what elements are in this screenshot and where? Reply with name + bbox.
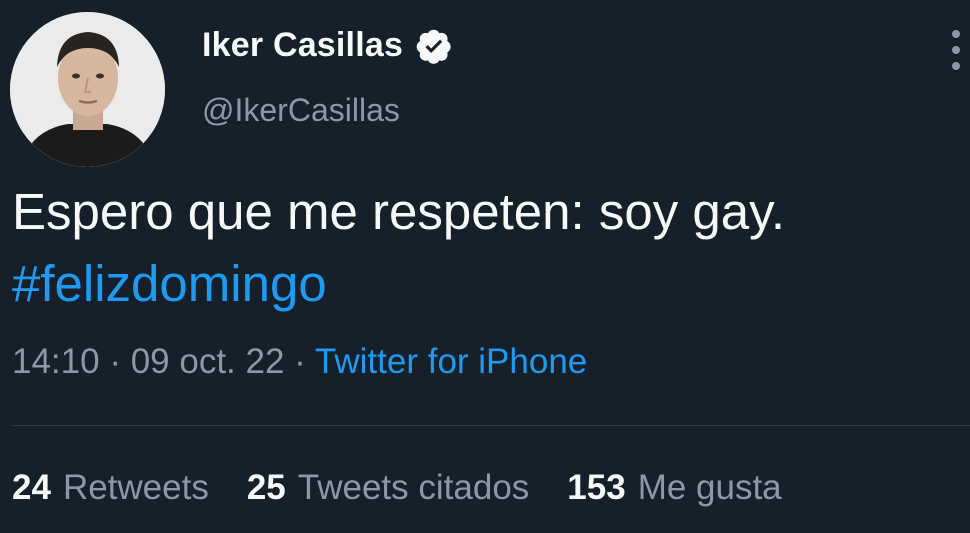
author-handle[interactable]: @IkerCasillas (202, 92, 400, 129)
tweet-date[interactable]: 09 oct. 22 (131, 342, 285, 381)
quote-tweets-count: 25 (246, 468, 286, 507)
retweets-count: 24 (12, 468, 51, 507)
display-name[interactable]: Iker Casillas (202, 26, 403, 65)
quote-tweets-stat[interactable]: 25 Tweets citados (247, 468, 529, 508)
hashtag-link[interactable]: #felizdomingo (12, 248, 785, 320)
likes-label: Me gusta (637, 468, 782, 507)
meta-separator: · (284, 342, 315, 381)
more-options-icon[interactable] (945, 28, 967, 78)
verified-badge-icon (415, 27, 453, 65)
likes-count: 153 (567, 468, 626, 507)
avatar-image (10, 12, 165, 167)
likes-stat[interactable]: 153 Me gusta (567, 468, 781, 508)
retweets-stat[interactable]: 24 Retweets (12, 468, 209, 508)
tweet-stats: 24 Retweets 25 Tweets citados 153 Me gusta (12, 468, 782, 508)
tweet-time[interactable]: 14:10 (12, 342, 100, 381)
retweets-label: Retweets (62, 468, 209, 507)
quote-tweets-label: Tweets citados (297, 468, 530, 507)
author-name-row: Iker Casillas (202, 26, 453, 65)
divider (12, 425, 970, 426)
tweet-body: Espero que me respeten: soy gay. #felizd… (12, 176, 785, 320)
tweet-meta: 14:10 · 09 oct. 22 · Twitter for iPhone (12, 342, 587, 382)
tweet-source-link[interactable]: Twitter for iPhone (315, 342, 587, 381)
tweet-text: Espero que me respeten: soy gay. (12, 183, 785, 240)
tweet-card: Iker Casillas @IkerCasillas Espero que m… (0, 0, 970, 533)
meta-separator: · (99, 342, 131, 381)
avatar[interactable] (10, 12, 165, 167)
